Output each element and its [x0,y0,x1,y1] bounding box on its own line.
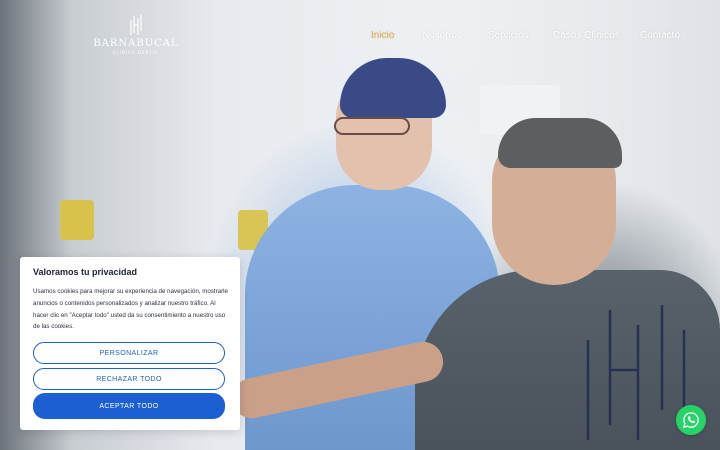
brand-name: BARNABUCAL [93,38,179,49]
brand-logo[interactable]: BARNABUCAL CLÍNICA DENTAL [93,14,178,60]
cookie-description: Usamos cookies para mejorar su experienc… [33,288,228,331]
whatsapp-icon [682,412,699,429]
equipment-left [60,200,94,240]
nav-item-nosotros[interactable]: Nosotros [422,30,462,41]
cookie-consent-dialog: Valoramos tu privacidad Usamos cookies p… [20,257,240,430]
dentist-glasses [334,117,410,135]
reject-all-button[interactable]: RECHAZAR TODO [33,368,225,390]
cookie-title: Valoramos tu privacidad [33,267,138,277]
accept-all-button[interactable]: ACEPTAR TODO [33,393,225,419]
nav-item-servicios[interactable]: Servicios [488,30,529,41]
customize-button[interactable]: PERSONALIZAR [33,342,225,364]
logo-mark-icon [130,15,142,35]
dentist-cap [340,58,446,118]
patient-hair [498,118,622,168]
whatsapp-button[interactable] [676,405,706,435]
nav-item-inicio[interactable]: Inicio [371,30,394,41]
nav-item-casos-clinicos[interactable]: Casos Clínicos [553,30,620,41]
nav-item-contacto[interactable]: Contacto [640,30,680,41]
watermark-logo-icon [586,305,686,440]
brand-subtitle: CLÍNICA DENTAL [112,50,160,55]
